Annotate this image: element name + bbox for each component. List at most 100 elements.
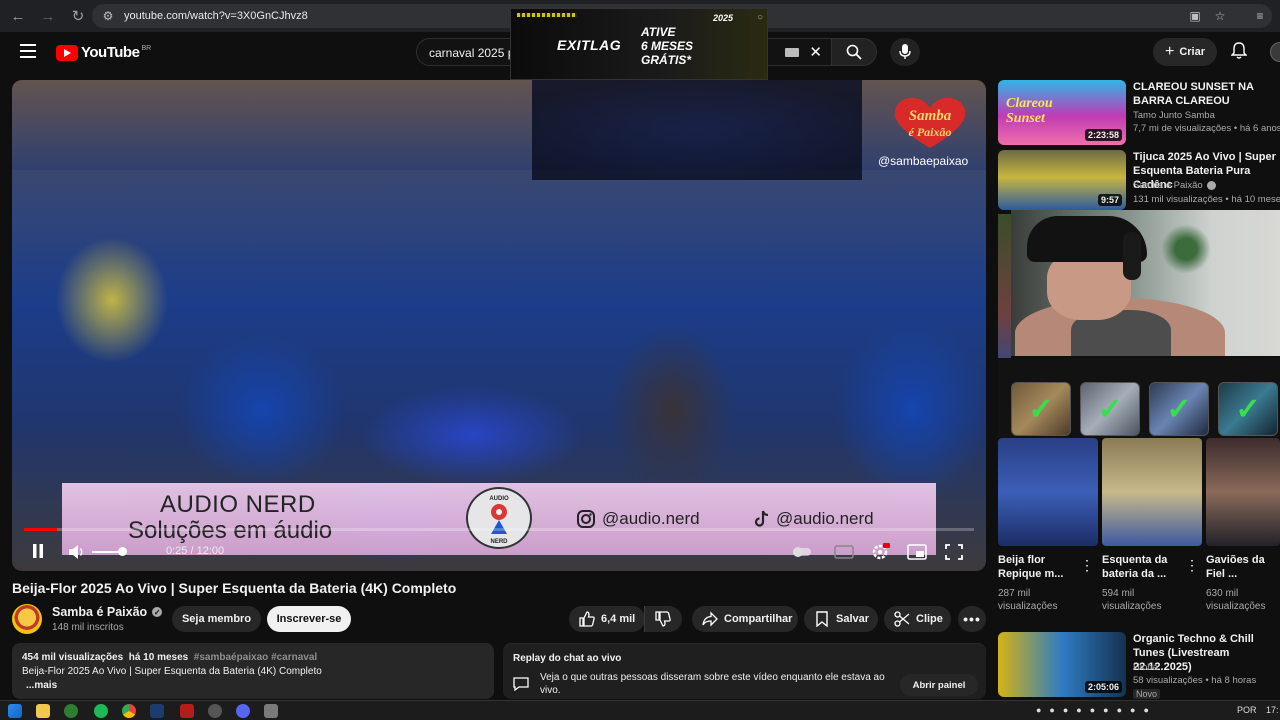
exitlag-ad[interactable]: EXITLAG ATIVE 6 MESES GRÁTIS* 2025 ○: [510, 8, 768, 80]
bookmark-icon: [812, 609, 832, 629]
share-button[interactable]: Compartilhar: [692, 606, 798, 632]
upload-age: há 10 meses: [128, 652, 189, 663]
share-arrow-icon: [700, 609, 720, 629]
description-box[interactable]: 454 mil visualizações há 10 meses #samba…: [12, 643, 494, 699]
more-actions-button[interactable]: •••: [958, 606, 986, 632]
clip-button[interactable]: Clipe: [884, 606, 951, 632]
subtitles-icon[interactable]: [834, 543, 854, 561]
system-tray-icons[interactable]: ●●●●●●●●●: [1036, 705, 1157, 715]
short-menu-icon[interactable]: ⋮: [1080, 557, 1094, 574]
cast-icon[interactable]: ▣: [1187, 8, 1203, 24]
recommendation-thumbnail[interactable]: 9:57: [998, 150, 1126, 210]
check-tiles-row: ✓ ✓ ✓ ✓: [1011, 382, 1280, 438]
recommendation-item[interactable]: 9:57 Tijuca 2025 Ao Vivo | Super Esquent…: [998, 150, 1280, 210]
reload-icon[interactable]: ↻: [66, 4, 90, 28]
short-thumbnail[interactable]: [1102, 438, 1202, 546]
dislike-button[interactable]: [644, 606, 682, 632]
settings-gear-icon[interactable]: [870, 543, 890, 561]
channel-avatar[interactable]: [12, 604, 42, 634]
short-stats-label: visualizações: [1102, 601, 1162, 612]
samba-logo-line1: Samba: [909, 108, 952, 124]
video-player[interactable]: Samba é Paixão @sambaepaixao AUDIO NERD …: [12, 80, 986, 571]
subscriber-count: 148 mil inscritos: [52, 622, 124, 633]
create-button[interactable]: + Criar: [1153, 38, 1217, 66]
recommendation-thumbnail[interactable]: 2:05:06: [998, 632, 1126, 697]
progress-track[interactable]: [24, 528, 974, 531]
app-icon[interactable]: [208, 704, 222, 718]
file-explorer-icon[interactable]: [36, 704, 50, 718]
short-thumbnail[interactable]: [1206, 438, 1280, 546]
volume-icon[interactable]: [68, 544, 86, 560]
chrome-icon[interactable]: [122, 704, 136, 718]
search-button[interactable]: [831, 38, 877, 66]
short-menu-icon[interactable]: ⋮: [1185, 557, 1199, 574]
recommendation-channel: Samba é Paixão: [1133, 180, 1216, 191]
site-info-icon[interactable]: ⚙: [100, 8, 116, 24]
notifications-bell-icon[interactable]: [1229, 41, 1249, 61]
voice-search-button[interactable]: [890, 38, 920, 66]
hashtags[interactable]: #sambaépaixao #carnaval: [194, 652, 317, 663]
save-label: Salvar: [836, 613, 870, 625]
windows-start-icon[interactable]: [8, 704, 22, 718]
autoplay-toggle-icon[interactable]: [792, 543, 812, 561]
recommendation-channel: Tamo Junto Samba: [1133, 110, 1215, 121]
player-controls: 0:25 / 12:00: [12, 540, 986, 568]
join-button[interactable]: Seja membro: [172, 606, 261, 632]
hamburger-menu-icon[interactable]: [20, 44, 36, 58]
recommendation-channel-text: Samba é Paixão: [1133, 180, 1203, 191]
logo-top-text: AUDIO: [489, 496, 509, 502]
green-check-icon: ✓: [1097, 392, 1123, 426]
xbox-icon[interactable]: [64, 704, 78, 718]
open-panel-button[interactable]: Abrir painel: [900, 674, 978, 696]
ad-close-icon[interactable]: ○: [757, 12, 763, 23]
short-thumbnail[interactable]: [998, 438, 1098, 546]
duration-badge: 2:05:06: [1084, 681, 1122, 693]
chat-description: Veja o que outras pessoas disseram sobre…: [540, 672, 885, 696]
app-icon[interactable]: [264, 704, 278, 718]
thumbs-down-icon: [653, 609, 673, 629]
description-meta: 454 mil visualizações há 10 meses #samba…: [22, 652, 317, 663]
description-more[interactable]: ...mais: [26, 680, 57, 691]
account-avatar[interactable]: [1270, 42, 1280, 62]
channel-name[interactable]: Samba é Paixão ✓: [52, 605, 163, 619]
recommendation-item[interactable]: Clareou Sunset 2:23:58 CLAREOU SUNSET NA…: [998, 80, 1280, 146]
short-title[interactable]: Esquenta da bateria da ...: [1102, 553, 1182, 581]
recommendation-thumbnail[interactable]: Clareou Sunset 2:23:58: [998, 80, 1126, 145]
keyboard-icon[interactable]: [785, 48, 799, 57]
spotify-icon[interactable]: [94, 704, 108, 718]
thumbs-up-icon: [577, 609, 597, 629]
steam-icon[interactable]: [150, 704, 164, 718]
keyboard-language[interactable]: POR: [1237, 705, 1257, 715]
subscribe-button[interactable]: Inscrever-se: [267, 606, 351, 632]
samba-e-paixao-logo: Samba é Paixão: [894, 97, 966, 148]
discord-icon[interactable]: [236, 704, 250, 718]
clock[interactable]: 17:: [1266, 705, 1279, 715]
forward-icon[interactable]: →: [36, 4, 60, 28]
miniplayer-icon[interactable]: [907, 543, 927, 561]
video-title: Beija-Flor 2025 Ao Vivo | Super Esquenta…: [12, 580, 457, 596]
short-stats-label: visualizações: [998, 601, 1058, 612]
clear-search-icon[interactable]: ✕: [809, 43, 822, 61]
youtube-logo[interactable]: YouTube BR: [56, 44, 151, 61]
covered-thumbnail-strip: [998, 214, 1011, 380]
search-icon: [846, 44, 862, 60]
volume-knob[interactable]: [118, 547, 127, 556]
banner-title: AUDIO NERD: [160, 491, 316, 518]
ad-line-2: 6 MESES: [641, 39, 694, 53]
new-badge: Novo: [1133, 689, 1161, 699]
recommendation-item[interactable]: 2:05:06 Organic Techno & Chill Tunes (Li…: [998, 632, 1280, 699]
progress-played[interactable]: [24, 528, 57, 531]
app-icon[interactable]: [180, 704, 194, 718]
recommendation-stats: 131 mil visualizações • há 10 meses: [1133, 194, 1280, 205]
pause-icon[interactable]: [32, 543, 44, 559]
save-button[interactable]: Salvar: [804, 606, 878, 632]
check-tile: ✓: [1218, 382, 1278, 436]
bookmark-star-icon[interactable]: ☆: [1212, 8, 1228, 24]
fullscreen-icon[interactable]: [944, 543, 964, 561]
short-title[interactable]: Gaviões da Fiel ...: [1206, 553, 1280, 581]
short-title[interactable]: Beija flor Repique m...: [998, 553, 1078, 581]
plant: [1161, 224, 1211, 274]
like-button[interactable]: 6,4 mil: [569, 606, 645, 632]
back-icon[interactable]: ←: [6, 4, 30, 28]
reading-list-icon[interactable]: ≡: [1252, 8, 1268, 24]
